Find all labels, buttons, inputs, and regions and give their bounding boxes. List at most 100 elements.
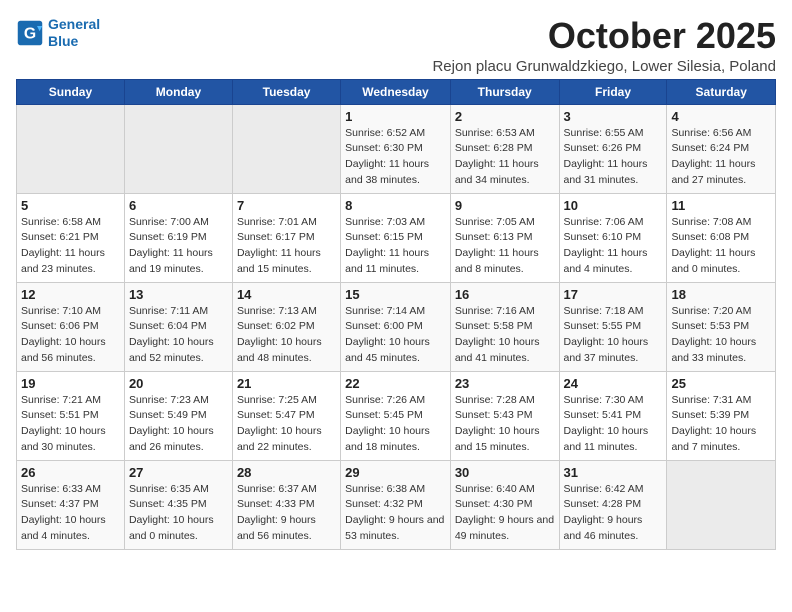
day-info: Sunrise: 7:20 AM Sunset: 5:53 PM Dayligh… — [671, 304, 771, 367]
day-info: Sunrise: 6:33 AM Sunset: 4:37 PM Dayligh… — [21, 482, 120, 545]
calendar-cell: 15 Sunrise: 7:14 AM Sunset: 6:00 PM Dayli… — [341, 282, 451, 371]
day-info: Sunrise: 7:26 AM Sunset: 5:45 PM Dayligh… — [345, 393, 446, 456]
week-row-3: 12 Sunrise: 7:10 AM Sunset: 6:06 PM Dayli… — [17, 282, 776, 371]
week-row-1: 1Sunrise: 6:52 AM Sunset: 6:30 PM Daylig… — [17, 104, 776, 193]
day-number: 20 — [129, 376, 228, 391]
calendar-cell: 1Sunrise: 6:52 AM Sunset: 6:30 PM Daylig… — [341, 104, 451, 193]
calendar-cell: 19Sunrise: 7:21 AM Sunset: 5:51 PM Dayli… — [17, 371, 125, 460]
day-number: 31 — [564, 465, 663, 480]
day-info: Sunrise: 7:25 AM Sunset: 5:47 PM Dayligh… — [237, 393, 336, 456]
day-number: 8 — [345, 198, 446, 213]
weekday-header-thursday: Thursday — [450, 79, 559, 104]
calendar-cell: 3Sunrise: 6:55 AM Sunset: 6:26 PM Daylig… — [559, 104, 667, 193]
day-number: 14 — [237, 287, 336, 302]
day-info: Sunrise: 7:01 AM Sunset: 6:17 PM Dayligh… — [237, 215, 336, 278]
calendar-cell: 5 Sunrise: 6:58 AM Sunset: 6:21 PM Daylig… — [17, 193, 125, 282]
day-number: 13 — [129, 287, 228, 302]
day-number: 11 — [671, 198, 771, 213]
calendar-cell: 29 Sunrise: 6:38 AM Sunset: 4:32 PM Dayli… — [341, 460, 451, 549]
day-number: 25 — [671, 376, 771, 391]
calendar-cell: 14 Sunrise: 7:13 AM Sunset: 6:02 PM Dayli… — [232, 282, 340, 371]
day-number: 9 — [455, 198, 555, 213]
calendar-cell: 17Sunrise: 7:18 AM Sunset: 5:55 PM Dayli… — [559, 282, 667, 371]
calendar-cell: 13 Sunrise: 7:11 AM Sunset: 6:04 PM Dayli… — [124, 282, 232, 371]
day-info: Sunrise: 6:37 AM Sunset: 4:33 PM Dayligh… — [237, 482, 336, 545]
calendar-cell: 2Sunrise: 6:53 AM Sunset: 6:28 PM Daylig… — [450, 104, 559, 193]
calendar-cell: 25 Sunrise: 7:31 AM Sunset: 5:39 PM Dayli… — [667, 371, 776, 460]
svg-text:G: G — [24, 25, 36, 42]
day-info: Sunrise: 6:58 AM Sunset: 6:21 PM Dayligh… — [21, 215, 120, 278]
calendar-cell: 20 Sunrise: 7:23 AM Sunset: 5:49 PM Dayli… — [124, 371, 232, 460]
day-info: Sunrise: 7:31 AM Sunset: 5:39 PM Dayligh… — [671, 393, 771, 456]
calendar-table: SundayMondayTuesdayWednesdayThursdayFrid… — [16, 79, 776, 550]
day-number: 27 — [129, 465, 228, 480]
calendar-cell: 8 Sunrise: 7:03 AM Sunset: 6:15 PM Daylig… — [341, 193, 451, 282]
day-number: 30 — [455, 465, 555, 480]
day-info: Sunrise: 7:03 AM Sunset: 6:15 PM Dayligh… — [345, 215, 446, 278]
day-info: Sunrise: 7:08 AM Sunset: 6:08 PM Dayligh… — [671, 215, 771, 278]
calendar-cell: 4Sunrise: 6:56 AM Sunset: 6:24 PM Daylig… — [667, 104, 776, 193]
day-number: 24 — [564, 376, 663, 391]
calendar-cell: 27Sunrise: 6:35 AM Sunset: 4:35 PM Dayli… — [124, 460, 232, 549]
calendar-cell: 11 Sunrise: 7:08 AM Sunset: 6:08 PM Dayli… — [667, 193, 776, 282]
day-info: Sunrise: 6:38 AM Sunset: 4:32 PM Dayligh… — [345, 482, 446, 545]
day-number: 29 — [345, 465, 446, 480]
logo-line2: Blue — [48, 33, 78, 49]
calendar-cell: 31 Sunrise: 6:42 AM Sunset: 4:28 PM Dayli… — [559, 460, 667, 549]
calendar-cell — [124, 104, 232, 193]
month-title: October 2025 — [432, 16, 776, 56]
week-row-5: 26Sunrise: 6:33 AM Sunset: 4:37 PM Dayli… — [17, 460, 776, 549]
day-number: 2 — [455, 109, 555, 124]
day-info: Sunrise: 7:11 AM Sunset: 6:04 PM Dayligh… — [129, 304, 228, 367]
page-header: G General Blue October 2025 Rejon placu … — [16, 16, 776, 75]
calendar-cell: 21Sunrise: 7:25 AM Sunset: 5:47 PM Dayli… — [232, 371, 340, 460]
weekday-header-wednesday: Wednesday — [341, 79, 451, 104]
day-info: Sunrise: 7:10 AM Sunset: 6:06 PM Dayligh… — [21, 304, 120, 367]
day-info: Sunrise: 6:52 AM Sunset: 6:30 PM Dayligh… — [345, 126, 446, 189]
calendar-cell — [232, 104, 340, 193]
day-info: Sunrise: 7:23 AM Sunset: 5:49 PM Dayligh… — [129, 393, 228, 456]
day-number: 12 — [21, 287, 120, 302]
calendar-cell — [667, 460, 776, 549]
day-number: 28 — [237, 465, 336, 480]
day-info: Sunrise: 7:13 AM Sunset: 6:02 PM Dayligh… — [237, 304, 336, 367]
logo: G General Blue — [16, 16, 100, 50]
weekday-header-tuesday: Tuesday — [232, 79, 340, 104]
weekday-header-monday: Monday — [124, 79, 232, 104]
weekday-header-saturday: Saturday — [667, 79, 776, 104]
logo-icon: G — [16, 19, 44, 47]
weekday-header-sunday: Sunday — [17, 79, 125, 104]
day-number: 5 — [21, 198, 120, 213]
day-number: 23 — [455, 376, 555, 391]
week-row-2: 5 Sunrise: 6:58 AM Sunset: 6:21 PM Daylig… — [17, 193, 776, 282]
day-info: Sunrise: 7:28 AM Sunset: 5:43 PM Dayligh… — [455, 393, 555, 456]
calendar-cell: 16Sunrise: 7:16 AM Sunset: 5:58 PM Dayli… — [450, 282, 559, 371]
calendar-cell: 6Sunrise: 7:00 AM Sunset: 6:19 PM Daylig… — [124, 193, 232, 282]
calendar-cell: 10 Sunrise: 7:06 AM Sunset: 6:10 PM Dayli… — [559, 193, 667, 282]
day-number: 15 — [345, 287, 446, 302]
day-info: Sunrise: 7:30 AM Sunset: 5:41 PM Dayligh… — [564, 393, 663, 456]
day-info: Sunrise: 6:40 AM Sunset: 4:30 PM Dayligh… — [455, 482, 555, 545]
day-info: Sunrise: 7:06 AM Sunset: 6:10 PM Dayligh… — [564, 215, 663, 278]
day-number: 4 — [671, 109, 771, 124]
day-info: Sunrise: 7:14 AM Sunset: 6:00 PM Dayligh… — [345, 304, 446, 367]
day-info: Sunrise: 7:05 AM Sunset: 6:13 PM Dayligh… — [455, 215, 555, 278]
calendar-cell: 23 Sunrise: 7:28 AM Sunset: 5:43 PM Dayli… — [450, 371, 559, 460]
day-number: 6 — [129, 198, 228, 213]
weekday-header-row: SundayMondayTuesdayWednesdayThursdayFrid… — [17, 79, 776, 104]
calendar-cell: 18 Sunrise: 7:20 AM Sunset: 5:53 PM Dayli… — [667, 282, 776, 371]
day-info: Sunrise: 7:16 AM Sunset: 5:58 PM Dayligh… — [455, 304, 555, 367]
day-info: Sunrise: 7:21 AM Sunset: 5:51 PM Dayligh… — [21, 393, 120, 456]
location-subtitle: Rejon placu Grunwaldzkiego, Lower Silesi… — [432, 58, 776, 75]
calendar-cell — [17, 104, 125, 193]
calendar-cell: 12 Sunrise: 7:10 AM Sunset: 6:06 PM Dayli… — [17, 282, 125, 371]
day-info: Sunrise: 6:42 AM Sunset: 4:28 PM Dayligh… — [564, 482, 663, 545]
title-block: October 2025 Rejon placu Grunwaldzkiego,… — [432, 16, 776, 75]
day-number: 22 — [345, 376, 446, 391]
logo-text: General Blue — [48, 16, 100, 50]
day-number: 18 — [671, 287, 771, 302]
day-number: 10 — [564, 198, 663, 213]
day-info: Sunrise: 7:18 AM Sunset: 5:55 PM Dayligh… — [564, 304, 663, 367]
calendar-cell: 26Sunrise: 6:33 AM Sunset: 4:37 PM Dayli… — [17, 460, 125, 549]
week-row-4: 19Sunrise: 7:21 AM Sunset: 5:51 PM Dayli… — [17, 371, 776, 460]
